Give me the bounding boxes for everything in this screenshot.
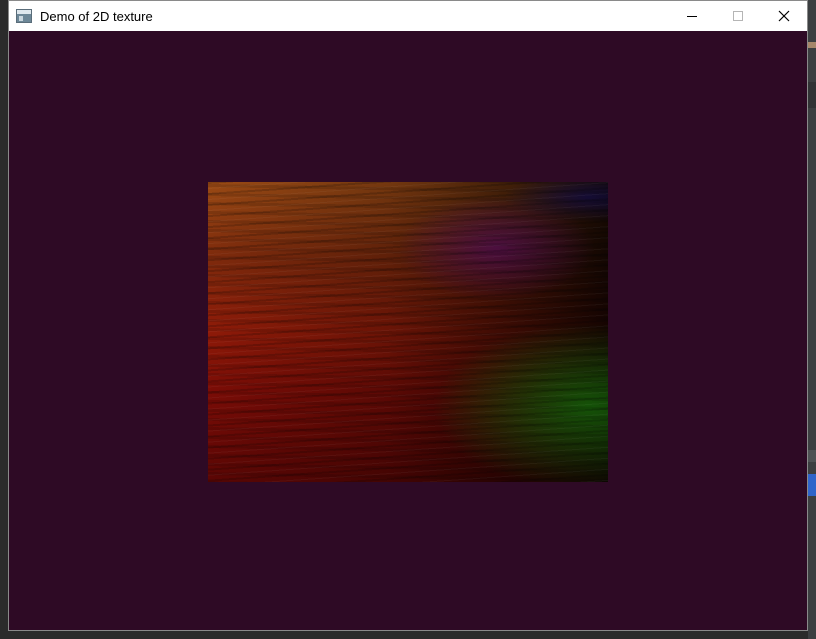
maximize-icon: [733, 11, 743, 21]
minimize-button[interactable]: [669, 1, 715, 31]
textured-quad: [208, 182, 608, 482]
render-canvas[interactable]: [9, 31, 807, 630]
window-title: Demo of 2D texture: [40, 8, 153, 24]
background-editor-edge: [808, 0, 816, 639]
title-bar[interactable]: Demo of 2D texture: [9, 1, 807, 31]
maximize-button[interactable]: [715, 1, 761, 31]
close-icon: [778, 10, 790, 22]
window-controls: [669, 1, 807, 31]
close-button[interactable]: [761, 1, 807, 31]
minimize-icon: [687, 16, 697, 17]
app-window: Demo of 2D texture: [8, 0, 808, 631]
app-icon[interactable]: [16, 9, 32, 23]
